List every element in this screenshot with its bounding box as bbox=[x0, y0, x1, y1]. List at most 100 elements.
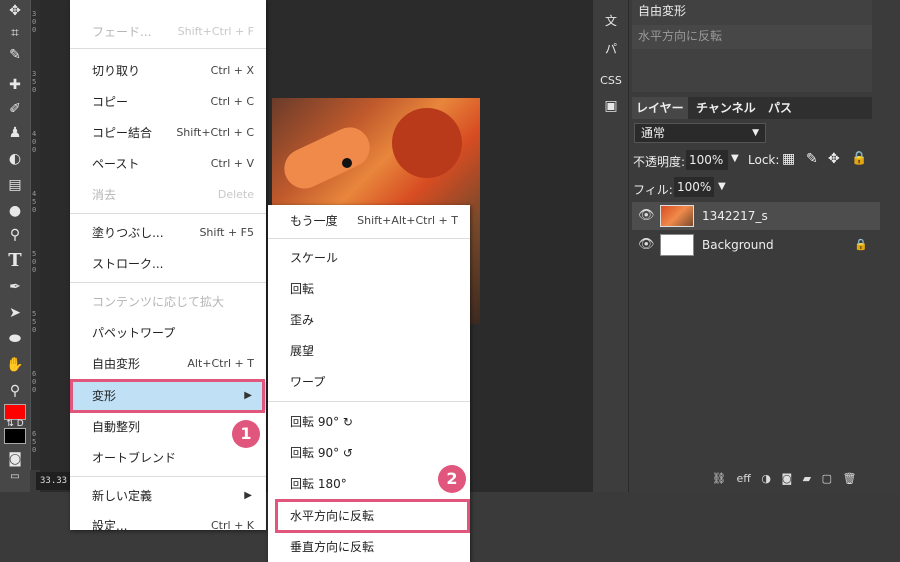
opacity-input[interactable]: 100% bbox=[686, 150, 728, 170]
layer-row[interactable]: 👁 Background 🔒 bbox=[632, 231, 880, 259]
menu-item-define-new[interactable]: 新しい定義 ▶ bbox=[70, 482, 266, 510]
submenu-item-rotate-90-cw[interactable]: 回転 90° ↻ bbox=[268, 408, 470, 436]
ruler-label: 400 bbox=[32, 130, 37, 154]
lock-label: Lock: bbox=[748, 153, 780, 167]
submenu-item-rotate[interactable]: 回転 bbox=[268, 275, 470, 303]
submenu-item-scale[interactable]: スケール bbox=[268, 244, 470, 272]
css-panel-button[interactable]: CSS bbox=[593, 74, 629, 87]
zoom-icon[interactable]: ⚲ bbox=[4, 380, 26, 402]
ruler-label: 450 bbox=[32, 190, 37, 214]
menu-item-fade[interactable]: フェード... Shift+Ctrl + F bbox=[70, 18, 266, 46]
eye-icon[interactable]: 👁 bbox=[638, 231, 655, 259]
folder-icon[interactable]: ▰ bbox=[803, 472, 811, 485]
image-icon[interactable]: ▣ bbox=[593, 98, 629, 114]
chevron-down-icon: ▼ bbox=[752, 128, 759, 138]
character-panel-button[interactable]: 文 bbox=[593, 12, 629, 29]
menu-item-fill[interactable]: 塗りつぶし... Shift + F5 bbox=[70, 219, 266, 247]
tab-paths[interactable]: パス bbox=[764, 97, 796, 119]
menu-item-clear[interactable]: 消去 Delete bbox=[70, 181, 266, 209]
hand-icon[interactable]: ✋ bbox=[4, 354, 26, 376]
lock-transparency-icon[interactable]: ▦ bbox=[782, 151, 795, 167]
shape-icon[interactable]: ⬬ bbox=[4, 328, 26, 350]
lock-icon: 🔒 bbox=[854, 238, 868, 251]
tab-layers[interactable]: レイヤー bbox=[632, 97, 688, 119]
stamp-icon[interactable]: ♟ bbox=[4, 122, 26, 144]
paragraph-panel-button[interactable]: パ bbox=[593, 40, 629, 57]
dodge-icon[interactable]: ⚲ bbox=[4, 224, 26, 246]
fill-label: フィル: bbox=[633, 183, 673, 197]
mask-icon[interactable]: ◙ bbox=[781, 472, 792, 485]
step-badge-1: 1 bbox=[232, 420, 260, 448]
menu-item-copy[interactable]: コピー Ctrl + C bbox=[70, 88, 266, 116]
pen-icon[interactable]: ✒ bbox=[4, 276, 26, 298]
eyedropper-icon[interactable]: ✎ bbox=[4, 44, 26, 66]
menu-item-paste[interactable]: ペースト Ctrl + V bbox=[70, 150, 266, 178]
layers-footer: ⛓ eff ◑ ◙ ▰ ▢ 🗑 bbox=[712, 472, 863, 488]
ruler-label: 600 bbox=[32, 370, 37, 394]
menu-separator bbox=[70, 48, 266, 49]
layer-thumbnail bbox=[660, 205, 694, 227]
menu-separator bbox=[268, 238, 470, 239]
ruler-label: 350 bbox=[32, 70, 37, 94]
menu-item-cut[interactable]: 切り取り Ctrl + X bbox=[70, 57, 266, 85]
submenu-item-again[interactable]: もう一度 Shift+Alt+Ctrl + T bbox=[268, 207, 470, 235]
ruler-label: 550 bbox=[32, 310, 37, 334]
screen-mode-icon[interactable]: ▭ bbox=[4, 466, 26, 488]
layer-name: 1342217_s bbox=[702, 209, 768, 223]
ruler-label: 650 bbox=[32, 430, 37, 454]
submenu-item-flip-vertical[interactable]: 垂直方向に反転 bbox=[268, 533, 470, 561]
layer-thumbnail bbox=[660, 234, 694, 256]
submenu-item-warp[interactable]: ワープ bbox=[268, 368, 470, 396]
menu-item-preferences[interactable]: 設定... Ctrl + K bbox=[70, 512, 266, 540]
type-icon[interactable]: T bbox=[4, 250, 26, 272]
vertical-ruler: 300 350 400 450 500 550 600 650 bbox=[30, 0, 40, 470]
gradient-icon[interactable]: ▤ bbox=[4, 174, 26, 196]
highlight-flip-horizontal bbox=[275, 499, 470, 533]
blur-icon[interactable]: ● bbox=[4, 200, 26, 222]
eye-icon[interactable]: 👁 bbox=[638, 202, 655, 230]
lock-move-icon[interactable]: ✥ bbox=[828, 151, 840, 167]
history-item-flip-horizontal[interactable]: 水平方向に反転 bbox=[632, 25, 872, 49]
opacity-label: 不透明度: bbox=[633, 155, 686, 169]
move-icon[interactable]: ✥ bbox=[4, 0, 26, 22]
fill-dropdown-icon[interactable]: ▼ bbox=[718, 181, 726, 192]
eraser-icon[interactable]: ◐ bbox=[4, 148, 26, 170]
submenu-item-perspective[interactable]: 展望 bbox=[268, 337, 470, 365]
history-item-free-transform[interactable]: 自由変形 bbox=[632, 0, 872, 24]
background-color-swatch[interactable] bbox=[4, 428, 26, 444]
layer-name: Background bbox=[702, 238, 774, 252]
lock-paint-icon[interactable]: ✎ bbox=[806, 151, 818, 167]
trash-icon[interactable]: 🗑 bbox=[843, 472, 857, 485]
effects-button[interactable]: eff bbox=[736, 472, 750, 485]
layer-row[interactable]: 👁 1342217_s bbox=[632, 202, 880, 230]
submenu-item-skew[interactable]: 歪み bbox=[268, 306, 470, 334]
menu-separator bbox=[70, 213, 266, 214]
menu-separator bbox=[268, 401, 470, 402]
crop-icon[interactable]: ⌗ bbox=[4, 22, 26, 44]
menu-item-stroke[interactable]: ストローク... bbox=[70, 250, 266, 278]
lock-all-icon[interactable]: 🔒 bbox=[851, 151, 867, 166]
menu-separator bbox=[70, 282, 266, 283]
path-select-icon[interactable]: ➤ bbox=[4, 302, 26, 324]
ruler-label: 300 bbox=[32, 10, 37, 34]
tab-channels[interactable]: チャンネル bbox=[692, 97, 760, 119]
layers-tabs: レイヤー チャンネル パス bbox=[632, 97, 872, 119]
fill-input[interactable]: 100% bbox=[674, 177, 714, 197]
brush-icon[interactable]: ✐ bbox=[4, 98, 26, 120]
opacity-dropdown-icon[interactable]: ▼ bbox=[731, 153, 739, 164]
menu-item-auto-blend[interactable]: オートブレンド bbox=[70, 444, 266, 472]
edit-menu: フェード... Shift+Ctrl + F 切り取り Ctrl + X コピー Ct… bbox=[70, 0, 266, 533]
menu-separator bbox=[70, 476, 266, 477]
adjust-icon[interactable]: ◑ bbox=[761, 472, 771, 485]
step-badge-2: 2 bbox=[438, 465, 466, 493]
side-strip: 文 パ CSS ▣ bbox=[592, 0, 628, 492]
blend-mode-select[interactable]: 通常 ▼ bbox=[634, 123, 766, 143]
menu-item-content-aware-scale[interactable]: コンテンツに応じて拡大 bbox=[70, 288, 266, 316]
submenu-item-rotate-90-ccw[interactable]: 回転 90° ↺ bbox=[268, 439, 470, 467]
link-icon[interactable]: ⛓ bbox=[712, 472, 726, 485]
new-layer-icon[interactable]: ▢ bbox=[822, 472, 832, 485]
menu-item-copy-merged[interactable]: コピー結合 Shift+Ctrl + C bbox=[70, 119, 266, 147]
heal-icon[interactable]: ✚ bbox=[4, 74, 26, 96]
menu-item-free-transform[interactable]: 自由変形 Alt+Ctrl + T bbox=[70, 350, 266, 378]
menu-item-puppet-warp[interactable]: パペットワープ bbox=[70, 319, 266, 347]
